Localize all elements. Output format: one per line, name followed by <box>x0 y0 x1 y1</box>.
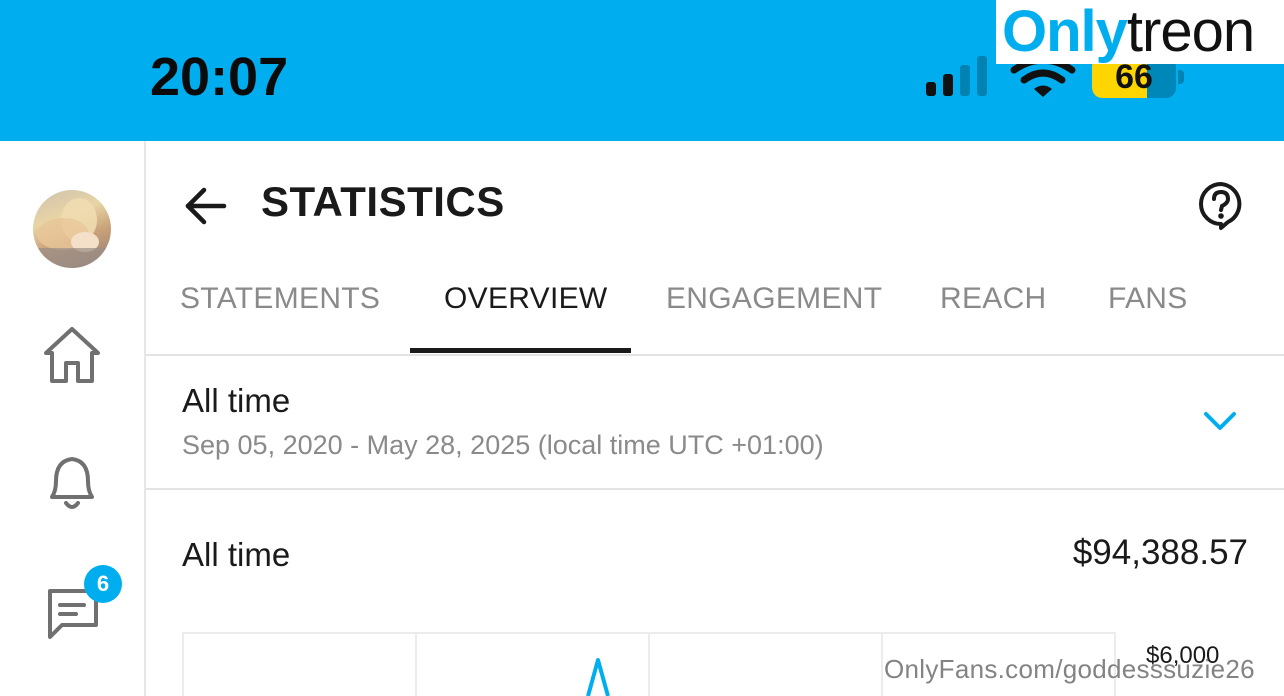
tab-overview[interactable]: OVERVIEW <box>444 282 608 316</box>
statistics-screen: 20:07 66 Only treon 6 STATISTICS STATEME… <box>0 0 1284 696</box>
chart-series-line <box>586 658 610 696</box>
total-earnings-value: $94,388.57 <box>1072 533 1248 572</box>
watermark-url: OnlyFans.com/goddesssuzie26 <box>884 654 1255 684</box>
bell-icon[interactable] <box>38 449 106 517</box>
period-selector[interactable]: All time Sep 05, 2020 - May 28, 2025 (lo… <box>146 356 1284 490</box>
tab-engagement[interactable]: ENGAGEMENT <box>666 282 882 316</box>
messages-badge: 6 <box>84 565 122 603</box>
tab-bar: STATEMENTS OVERVIEW ENGAGEMENT REACH FAN… <box>146 262 1284 356</box>
cellular-signal-icon <box>926 56 987 96</box>
chevron-down-icon[interactable] <box>1200 406 1240 436</box>
arrow-left-icon <box>185 187 227 225</box>
period-range: Sep 05, 2020 - May 28, 2025 (local time … <box>182 430 824 460</box>
battery-cap <box>1178 70 1184 84</box>
page-title: STATISTICS <box>261 178 505 225</box>
home-icon[interactable] <box>38 321 106 389</box>
help-button[interactable] <box>1196 180 1246 230</box>
watermark-logo-rest: treon <box>1126 0 1255 64</box>
active-tab-indicator <box>410 348 631 353</box>
period-title: All time <box>182 382 291 419</box>
question-bubble-icon <box>1199 182 1242 230</box>
profile-photo <box>33 198 111 268</box>
watermark-logo-accent: Only <box>1002 0 1128 64</box>
sidebar: 6 <box>0 141 146 696</box>
watermark-logo: Only treon <box>996 0 1284 64</box>
status-time: 20:07 <box>150 47 289 107</box>
tab-statements[interactable]: STATEMENTS <box>180 282 380 316</box>
tab-reach[interactable]: REACH <box>940 282 1047 316</box>
back-button[interactable] <box>180 180 232 232</box>
avatar[interactable] <box>33 190 111 268</box>
tab-fans[interactable]: FANS <box>1108 282 1188 316</box>
wifi-icon <box>1010 58 1076 97</box>
total-label: All time <box>182 536 291 573</box>
